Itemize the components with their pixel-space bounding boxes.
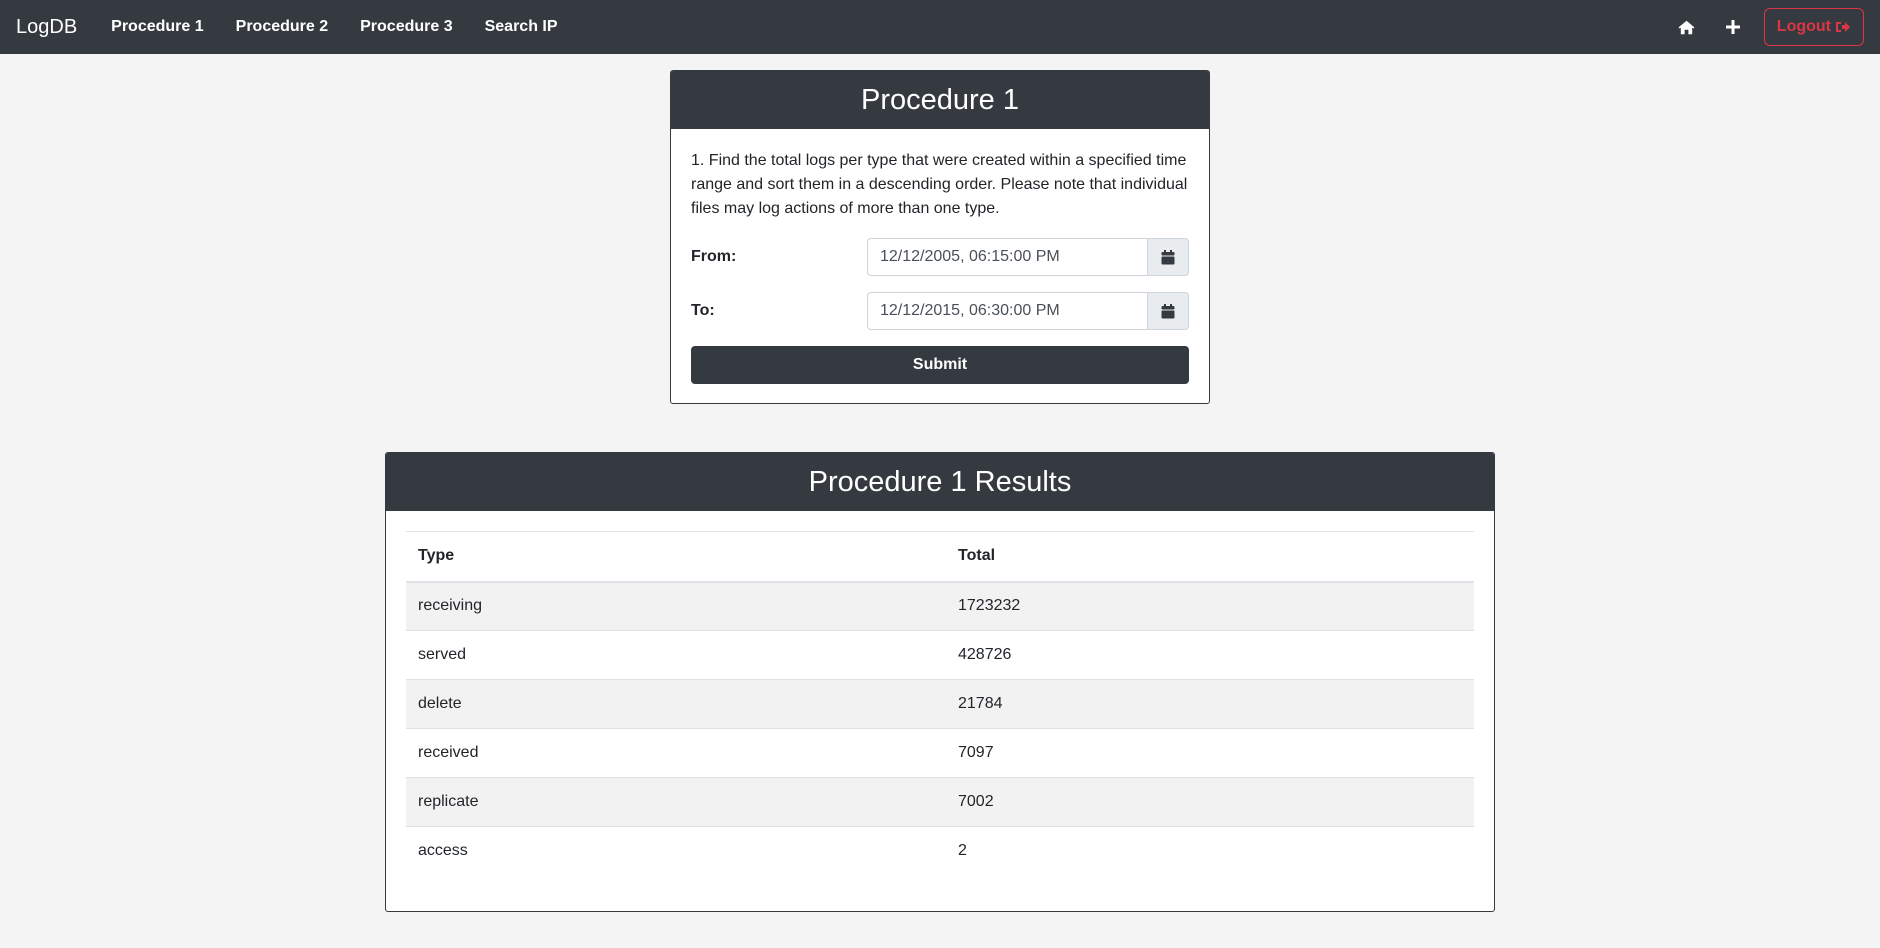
home-button[interactable] (1664, 8, 1710, 46)
from-datetime-input[interactable] (867, 238, 1147, 276)
nav-right: Logout (1664, 8, 1864, 46)
cell-total: 2 (946, 826, 1474, 876)
results-card: Procedure 1 Results Type Total receiving… (385, 452, 1495, 912)
table-row: served 428726 (406, 630, 1474, 680)
to-label: To: (691, 302, 715, 319)
cell-type: served (406, 630, 946, 680)
procedure-form-body: 1. Find the total logs per type that wer… (671, 129, 1209, 384)
procedure-form-card: Procedure 1 1. Find the total logs per t… (670, 70, 1210, 404)
procedure-description: 1. Find the total logs per type that wer… (691, 152, 1188, 217)
cell-type: received (406, 728, 946, 778)
brand-logo[interactable]: LogDB (16, 16, 77, 39)
to-row: To: (691, 292, 1189, 330)
to-calendar-button[interactable] (1147, 292, 1189, 330)
from-row: From: (691, 238, 1189, 276)
logout-label: Logout (1776, 18, 1831, 35)
results-body: Type Total receiving 1723232 served 4287… (386, 511, 1494, 876)
cell-type: access (406, 826, 946, 876)
to-datetime-input[interactable] (867, 292, 1147, 330)
cell-type: replicate (406, 777, 946, 827)
procedure-form-title: Procedure 1 (671, 71, 1209, 129)
cell-total: 428726 (946, 630, 1474, 680)
cell-type: delete (406, 679, 946, 729)
table-row: replicate 7002 (406, 777, 1474, 827)
calendar-icon (1161, 303, 1175, 318)
results-table: Type Total receiving 1723232 served 4287… (406, 531, 1474, 876)
from-input-group (867, 238, 1189, 276)
nav-link-procedure-1[interactable]: Procedure 1 (95, 18, 219, 36)
sign-out-icon (1836, 22, 1850, 32)
results-title: Procedure 1 Results (386, 453, 1494, 511)
column-header-total: Total (946, 531, 1474, 583)
navbar: LogDB Procedure 1 Procedure 2 Procedure … (0, 0, 1880, 54)
table-row: receiving 1723232 (406, 581, 1474, 631)
home-icon (1678, 20, 1695, 34)
column-header-type: Type (406, 531, 946, 583)
table-header-row: Type Total (406, 531, 1474, 583)
table-row: access 2 (406, 826, 1474, 876)
calendar-icon (1161, 249, 1175, 264)
plus-icon (1725, 20, 1740, 34)
cell-total: 7097 (946, 728, 1474, 778)
cell-total: 21784 (946, 679, 1474, 729)
logout-button[interactable]: Logout (1763, 8, 1864, 46)
from-calendar-button[interactable] (1147, 238, 1189, 276)
nav-link-procedure-3[interactable]: Procedure 3 (344, 18, 468, 36)
nav-link-search-ip[interactable]: Search IP (469, 18, 574, 36)
cell-total: 7002 (946, 777, 1474, 827)
nav-links: Procedure 1 Procedure 2 Procedure 3 Sear… (95, 18, 573, 36)
to-input-group (867, 292, 1189, 330)
cell-total: 1723232 (946, 581, 1474, 631)
table-row: delete 21784 (406, 679, 1474, 729)
table-row: received 7097 (406, 728, 1474, 778)
cell-type: receiving (406, 581, 946, 631)
nav-link-procedure-2[interactable]: Procedure 2 (220, 18, 344, 36)
from-label: From: (691, 248, 737, 265)
add-button[interactable] (1710, 8, 1756, 46)
submit-button[interactable]: Submit (691, 346, 1189, 384)
